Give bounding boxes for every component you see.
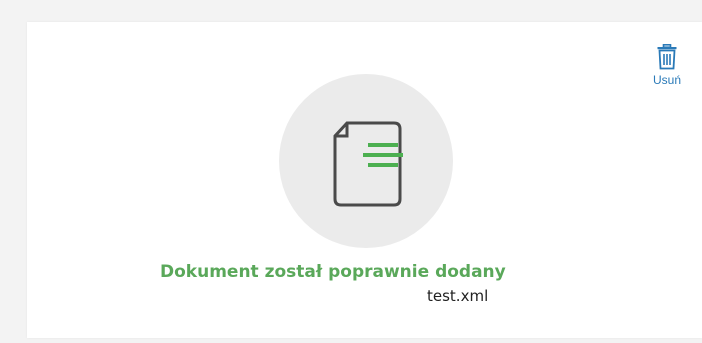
document-icon-circle: [279, 74, 453, 248]
document-icon: [333, 121, 403, 207]
upload-success-message: Dokument został poprawnie dodany: [160, 262, 506, 282]
delete-label: Usuń: [652, 73, 681, 87]
uploaded-file-name: test.xml: [427, 287, 489, 305]
trash-icon: [657, 44, 677, 70]
delete-button[interactable]: Usuń: [647, 44, 687, 96]
upload-result-card: Usuń Dokument został poprawnie dodany te…: [27, 22, 702, 338]
